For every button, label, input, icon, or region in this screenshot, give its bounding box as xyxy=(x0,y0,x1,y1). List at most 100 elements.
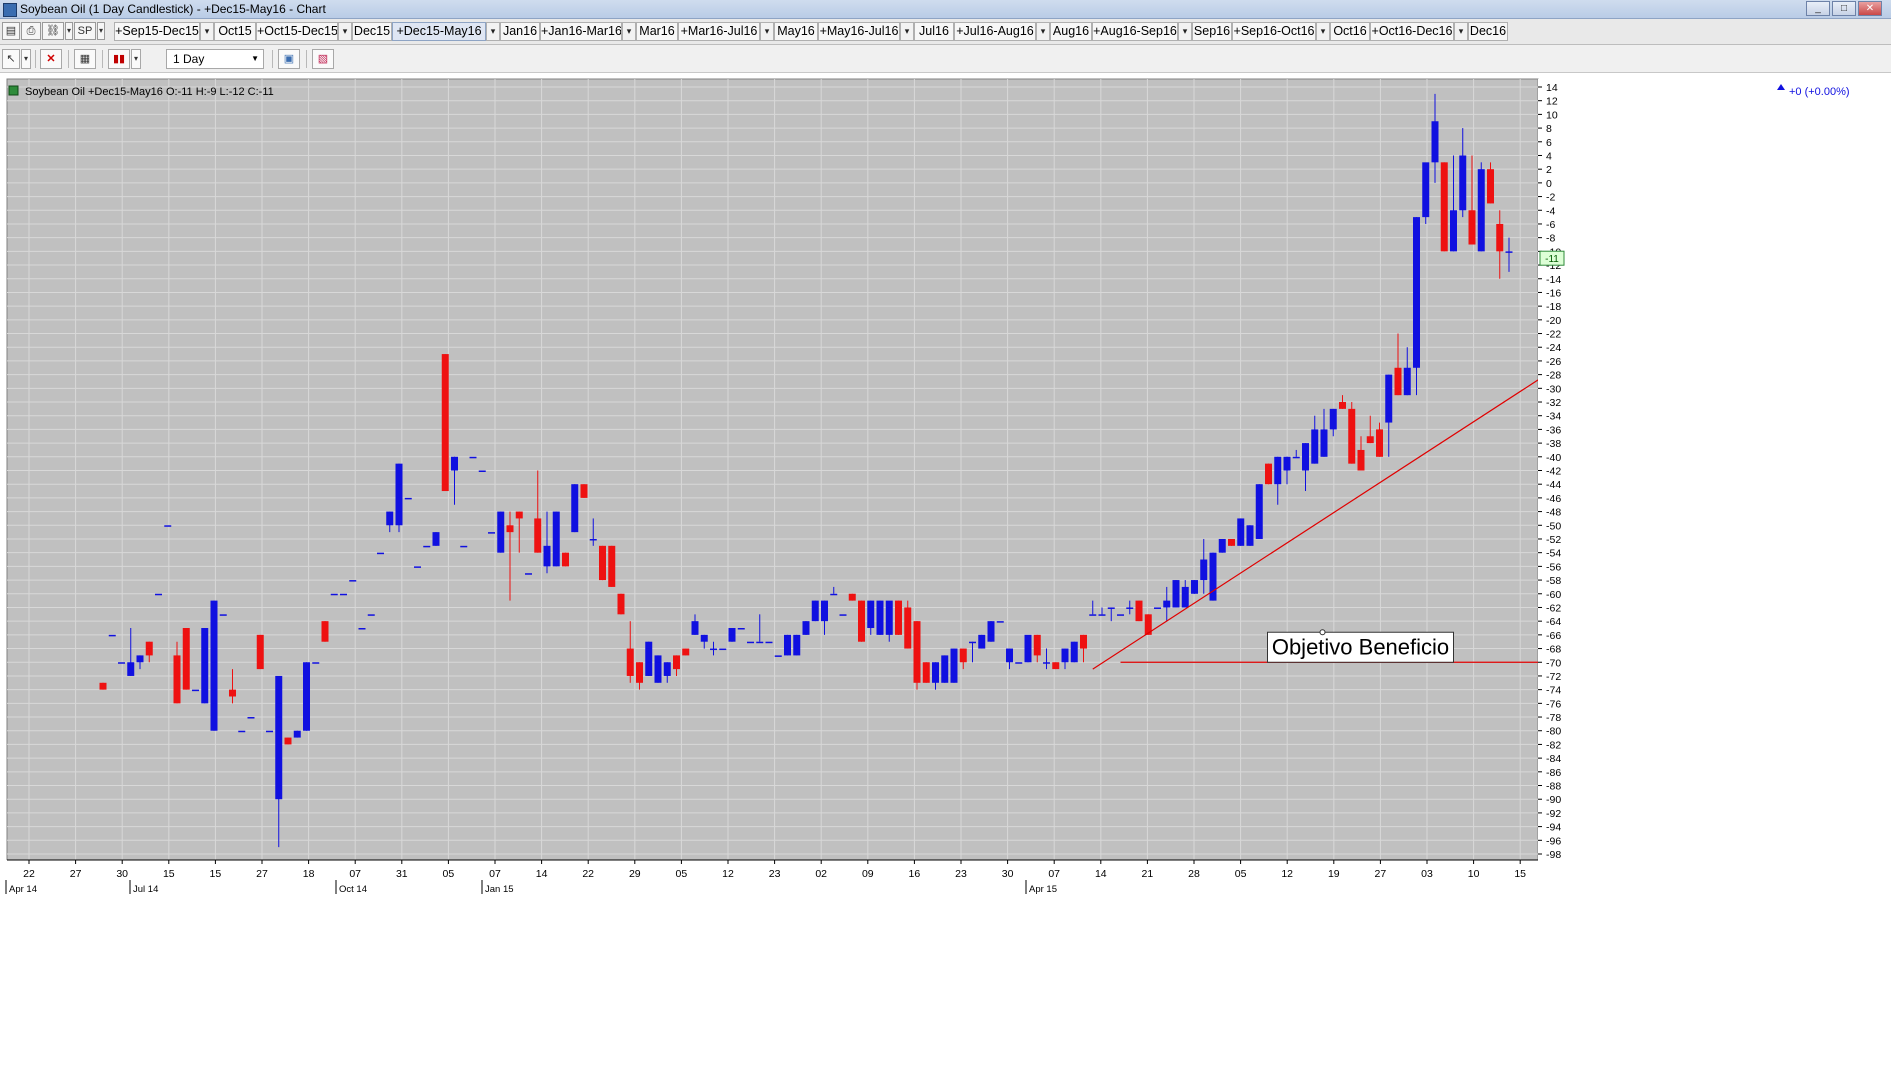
chart-type-candlestick-icon[interactable]: ▮▮ xyxy=(108,49,130,69)
contract-tab[interactable]: +Dec15-May16 xyxy=(392,22,486,41)
candle-body xyxy=(1126,607,1134,609)
candle-body xyxy=(895,600,902,635)
contract-tab[interactable]: +May16-Jul16 xyxy=(818,22,900,41)
candle-body xyxy=(941,655,949,683)
contract-tab[interactable]: +Sep15-Dec15 xyxy=(114,22,200,41)
y-tick-label: -68 xyxy=(1546,644,1561,656)
chart-type-dropdown[interactable]: ▾ xyxy=(131,49,141,69)
contract-tab[interactable]: Oct16 xyxy=(1330,22,1370,41)
contract-tab[interactable]: Aug16 xyxy=(1050,22,1092,41)
x-tick-label: 27 xyxy=(70,868,82,880)
candle-body xyxy=(747,641,754,644)
symbol-dropdown[interactable]: ▾ xyxy=(97,22,105,40)
toolbar-separator xyxy=(306,50,307,68)
contract-tab-dropdown[interactable]: ▾ xyxy=(200,22,214,41)
contract-tab[interactable]: +Mar16-Jul16 xyxy=(678,22,760,41)
contract-tab-dropdown[interactable]: ▾ xyxy=(900,22,914,41)
last-value-badge: -11 xyxy=(1539,250,1565,266)
contract-tab-dropdown[interactable]: ▾ xyxy=(1316,22,1330,41)
close-window-button[interactable]: ✕ xyxy=(1858,1,1882,16)
annotation-label: Objetivo Beneficio xyxy=(1272,634,1449,659)
print-icon[interactable]: ⎙ xyxy=(21,22,41,40)
candle-body xyxy=(636,662,643,683)
candle-body xyxy=(1505,251,1513,253)
contract-tab[interactable]: Jul16 xyxy=(914,22,954,41)
contract-tab-dropdown[interactable]: ▾ xyxy=(338,22,352,41)
y-tick-label: -34 xyxy=(1546,411,1561,423)
x-tick-label: 09 xyxy=(862,868,874,880)
candle-body xyxy=(710,648,717,651)
candle-body xyxy=(885,600,893,635)
candle-body xyxy=(580,484,588,498)
y-tick-label: -28 xyxy=(1546,370,1561,382)
contract-tab[interactable]: +Oct15-Dec15 xyxy=(256,22,338,41)
interval-select[interactable]: 1 Day ▼ xyxy=(166,49,264,69)
contract-tab-dropdown[interactable]: ▾ xyxy=(1454,22,1468,41)
candle-body xyxy=(414,566,421,568)
contract-tab[interactable]: +Sep16-Oct16 xyxy=(1232,22,1316,41)
y-tick-label: -64 xyxy=(1546,616,1561,628)
candle-body xyxy=(1052,662,1060,670)
candle-body xyxy=(210,600,218,731)
contract-tab[interactable]: May16 xyxy=(774,22,818,41)
y-tick-label: -30 xyxy=(1546,383,1561,395)
contract-tab[interactable]: +Aug16-Sep16 xyxy=(1092,22,1178,41)
color-scheme-icon[interactable]: ▧ xyxy=(312,49,334,69)
contract-tab[interactable]: Mar16 xyxy=(636,22,678,41)
contract-tab-dropdown[interactable]: ▾ xyxy=(622,22,636,41)
candle-body xyxy=(192,689,199,692)
contract-tab-dropdown[interactable]: ▾ xyxy=(760,22,774,41)
candle-body xyxy=(996,621,1004,623)
symbol-button[interactable]: SP xyxy=(74,22,96,40)
chart-area[interactable]: Objetivo Beneficio 14 12 10 8 6 4 2 0 -2 -4 -6 -8 -1… xyxy=(0,73,1891,1075)
candle-body xyxy=(358,628,366,630)
candle-body xyxy=(1422,162,1430,218)
data-window-icon[interactable]: ▣ xyxy=(278,49,300,69)
candle-body xyxy=(1440,162,1448,252)
y-tick-label: -24 xyxy=(1546,342,1561,354)
app-icon xyxy=(3,3,17,17)
minimize-button[interactable]: _ xyxy=(1806,1,1830,16)
candle-body xyxy=(293,730,301,738)
candle-body xyxy=(922,662,930,683)
contract-tab[interactable]: Dec16 xyxy=(1468,22,1508,41)
contract-tab-dropdown[interactable]: ▾ xyxy=(486,22,500,41)
contract-tab[interactable]: +Oct16-Dec16 xyxy=(1370,22,1454,41)
contract-tab[interactable]: Jan16 xyxy=(500,22,540,41)
y-tick-label: -52 xyxy=(1546,534,1561,546)
contract-tab[interactable]: +Jan16-Mar16 xyxy=(540,22,622,41)
candle-body xyxy=(99,682,107,690)
contract-tab-dropdown[interactable]: ▾ xyxy=(1178,22,1192,41)
x-tick-label: 31 xyxy=(396,868,408,880)
x-axis: 22 27 30 15 15 27 18 07 31 05 07 14 22 29 05 12 23 02 09 16… xyxy=(0,859,1538,1075)
maximize-button[interactable]: □ xyxy=(1832,1,1856,16)
delete-drawings-icon[interactable]: ✕ xyxy=(40,49,62,69)
candle-body xyxy=(821,600,828,622)
interval-value: 1 Day xyxy=(173,52,205,66)
contract-tab[interactable]: Dec15 xyxy=(352,22,392,41)
cursor-tool-icon[interactable]: ↖ xyxy=(2,49,20,69)
symbol-link-icon[interactable]: ⛓ xyxy=(42,22,64,40)
contract-tab[interactable]: Sep16 xyxy=(1192,22,1232,41)
candle-body xyxy=(284,737,292,745)
candle-body xyxy=(848,593,856,601)
candlestick-chart[interactable]: Objetivo Beneficio 14121086420-2-4-6-8-1… xyxy=(0,73,1891,1075)
symbol-link-dropdown[interactable]: ▾ xyxy=(65,22,73,40)
toolbar-separator xyxy=(272,50,273,68)
candle-body xyxy=(1228,538,1235,546)
candle-body xyxy=(266,730,273,733)
contract-tab[interactable]: Oct15 xyxy=(214,22,256,41)
candle-body xyxy=(978,634,986,649)
candle-body xyxy=(256,634,264,670)
contract-tab[interactable]: +Jul16-Aug16 xyxy=(954,22,1036,41)
candle-body xyxy=(830,593,838,596)
contract-tab-dropdown[interactable]: ▾ xyxy=(1036,22,1050,41)
y-tick-label: -76 xyxy=(1546,698,1561,710)
candle-body xyxy=(1403,367,1411,396)
chart-settings-icon[interactable]: ▤ xyxy=(2,22,20,40)
cursor-tool-dropdown[interactable]: ▾ xyxy=(21,49,31,69)
chart-properties-icon[interactable]: ▦ xyxy=(74,49,96,69)
candle-body xyxy=(608,545,616,587)
y-tick-label: -86 xyxy=(1546,767,1561,779)
candle-body xyxy=(478,470,486,472)
